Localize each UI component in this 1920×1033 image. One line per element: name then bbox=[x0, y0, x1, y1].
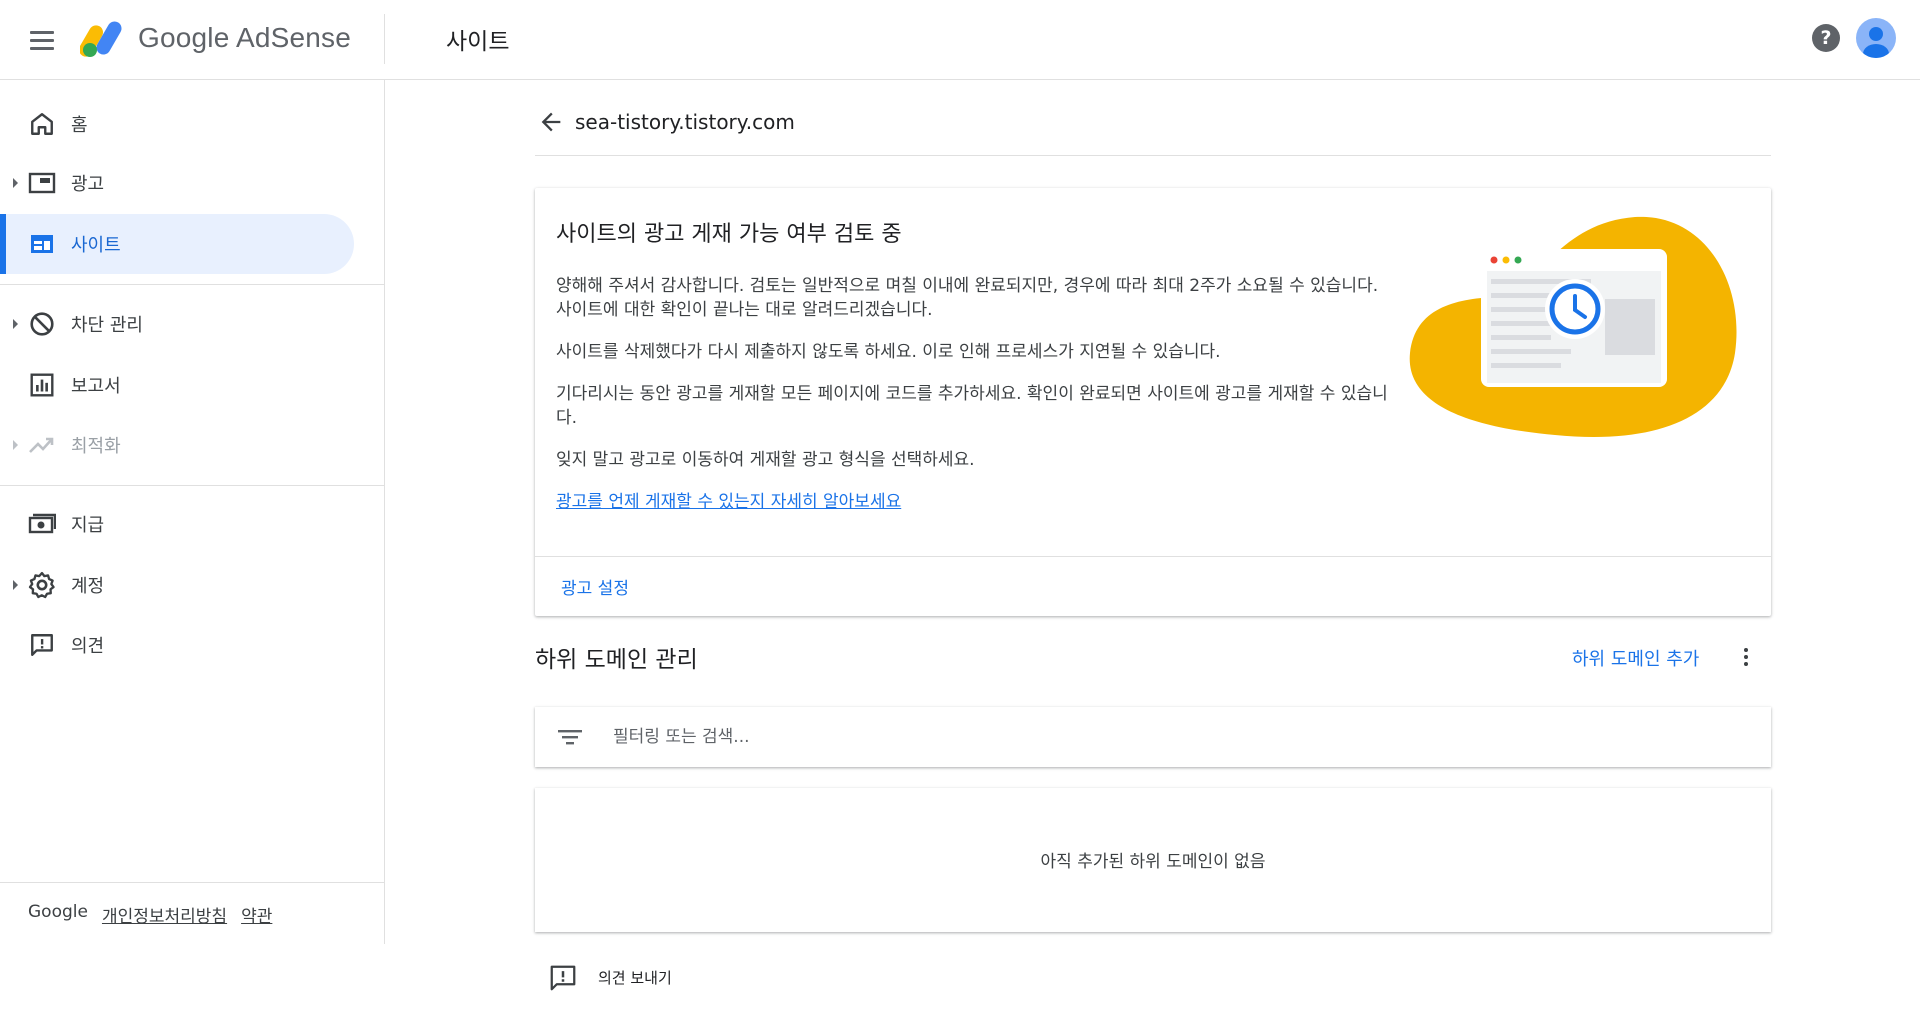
payments-icon bbox=[28, 510, 56, 538]
subdomains-empty-state: 아직 추가된 하위 도메인이 없음 bbox=[535, 788, 1771, 932]
empty-state-text: 아직 추가된 하위 도메인이 없음 bbox=[1040, 852, 1266, 872]
help-icon[interactable]: ? bbox=[1812, 24, 1840, 52]
divider bbox=[0, 284, 384, 285]
optimization-icon bbox=[28, 431, 56, 459]
sidebar-item-label: 보고서 bbox=[71, 376, 121, 397]
gear-icon bbox=[28, 571, 56, 599]
privacy-link[interactable]: 개인정보처리방침 bbox=[102, 902, 227, 927]
sidebar-item-reports[interactable]: 보고서 bbox=[0, 355, 354, 415]
block-icon bbox=[28, 310, 56, 338]
divider bbox=[0, 882, 384, 883]
filter-bar bbox=[535, 707, 1771, 767]
card-body: 양해해 주셔서 감사합니다. 검토는 일반적으로 며칠 이내에 완료되지만, 경… bbox=[556, 274, 1396, 532]
sidebar-footer: Google 개인정보처리방침 약관 bbox=[28, 902, 272, 927]
card-divider bbox=[535, 556, 1771, 557]
sidebar-item-label: 홈 bbox=[71, 115, 88, 136]
review-paragraph: 잊지 말고 광고로 이동하여 게재할 광고 형식을 선택하세요. bbox=[556, 450, 975, 470]
menu-icon[interactable] bbox=[24, 22, 60, 58]
header-divider bbox=[384, 14, 385, 64]
feedback-label: 의견 보내기 bbox=[598, 969, 672, 987]
sidebar-item-sites[interactable]: 사이트 bbox=[0, 214, 354, 274]
sites-icon bbox=[28, 230, 56, 258]
divider bbox=[0, 485, 384, 486]
reports-icon bbox=[28, 371, 56, 399]
sidebar-item-label: 사이트 bbox=[71, 235, 121, 256]
sidebar-item-feedback[interactable]: 의견 bbox=[0, 615, 354, 675]
caret-right-icon bbox=[13, 319, 18, 329]
review-illustration bbox=[1409, 216, 1737, 438]
back-arrow-icon[interactable] bbox=[537, 108, 565, 136]
sidebar-item-ads[interactable]: 광고 bbox=[0, 153, 354, 213]
caret-right-icon bbox=[13, 178, 18, 188]
sidebar-item-optimization[interactable]: 최적화 bbox=[0, 415, 354, 475]
filter-icon[interactable] bbox=[557, 727, 583, 747]
learn-more-link[interactable]: 광고를 언제 게재할 수 있는지 자세히 알아보세요 bbox=[556, 492, 901, 512]
breadcrumb: sea-tistory.tistory.com bbox=[535, 104, 1771, 156]
adsense-logo bbox=[80, 21, 122, 57]
sidebar: 홈 광고 사이트 차단 관리 보고서 최적화 지급 계정 의견 Google 개… bbox=[0, 80, 385, 944]
avatar[interactable] bbox=[1856, 18, 1896, 58]
sidebar-item-home[interactable]: 홈 bbox=[0, 94, 354, 154]
sidebar-item-label: 의견 bbox=[71, 636, 105, 657]
sidebar-item-payments[interactable]: 지급 bbox=[0, 494, 354, 554]
send-feedback-button[interactable]: 의견 보내기 bbox=[548, 962, 672, 994]
review-status-card: 사이트의 광고 게재 가능 여부 검토 중 양해해 주셔서 감사합니다. 검토는… bbox=[535, 188, 1771, 616]
sidebar-item-label: 광고 bbox=[71, 174, 105, 195]
app-name: Google AdSense bbox=[138, 22, 351, 53]
page-title: 사이트 bbox=[446, 29, 510, 55]
sidebar-item-label: 최적화 bbox=[71, 436, 121, 457]
home-icon bbox=[28, 110, 56, 138]
top-app-bar: Google AdSense 사이트 ? bbox=[0, 0, 1920, 80]
ads-icon bbox=[28, 169, 56, 197]
google-brand: Google bbox=[28, 902, 88, 922]
review-paragraph: 양해해 주셔서 감사합니다. 검토는 일반적으로 며칠 이내에 완료되지만, 경… bbox=[556, 276, 1379, 320]
caret-right-icon bbox=[13, 440, 18, 450]
filter-search-input[interactable] bbox=[613, 721, 1713, 753]
sidebar-item-label: 지급 bbox=[71, 515, 105, 536]
feedback-icon bbox=[28, 631, 56, 659]
sidebar-item-label: 차단 관리 bbox=[71, 315, 143, 336]
subdomains-title: 하위 도메인 관리 bbox=[535, 647, 698, 673]
caret-right-icon bbox=[13, 580, 18, 590]
add-subdomain-button[interactable]: 하위 도메인 추가 bbox=[1572, 645, 1699, 671]
sidebar-item-account[interactable]: 계정 bbox=[0, 555, 354, 615]
sidebar-item-label: 계정 bbox=[71, 576, 105, 597]
feedback-icon bbox=[550, 965, 576, 991]
review-paragraph: 기다리시는 동안 광고를 게재할 모든 페이지에 코드를 추가하세요. 확인이 … bbox=[556, 384, 1388, 428]
site-name: sea-tistory.tistory.com bbox=[575, 110, 795, 134]
sidebar-item-blocking-controls[interactable]: 차단 관리 bbox=[0, 294, 354, 354]
terms-link[interactable]: 약관 bbox=[241, 902, 272, 927]
more-vert-icon[interactable] bbox=[1734, 643, 1758, 671]
review-paragraph: 사이트를 삭제했다가 다시 제출하지 않도록 하세요. 이로 인해 프로세스가 … bbox=[556, 342, 1221, 362]
card-title: 사이트의 광고 게재 가능 여부 검토 중 bbox=[556, 222, 902, 247]
ad-settings-button[interactable]: 광고 설정 bbox=[561, 574, 629, 599]
